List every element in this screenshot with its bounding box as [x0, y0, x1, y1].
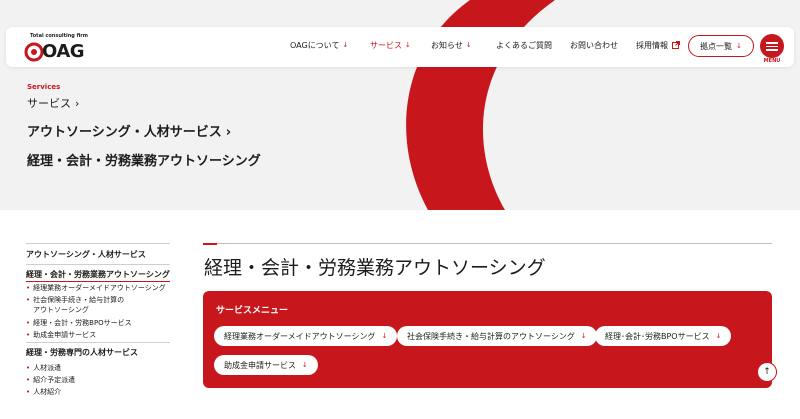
service-pill[interactable]: 経理業務オーダーメイドアウトソーシング ↓ — [214, 326, 398, 346]
back-to-top-button[interactable]: ↑ — [757, 362, 777, 382]
nav-faq[interactable]: よくあるご質問 — [496, 40, 552, 51]
logo-tagline: Total consulting firm — [30, 33, 88, 39]
down-arrow-icon: ↓ — [342, 41, 349, 49]
hamburger-icon — [766, 42, 778, 44]
locations-button[interactable]: 拠点一覧 ↓ — [688, 35, 754, 57]
service-menu: サービスメニュー 経理業務オーダーメイドアウトソーシング ↓ 社会保険手続き・給与… — [203, 291, 772, 388]
nav-news-label: お知らせ — [431, 41, 463, 50]
sidebar-divider — [26, 342, 170, 343]
sidebar-subitem-label: 経理業務オーダーメイドアウトソーシング — [33, 284, 166, 292]
nav-contact-label: お問い合わせ — [570, 41, 618, 50]
service-pill-label: 経理業務オーダーメイドアウトソーシング — [224, 332, 376, 341]
sidebar-group-staffing[interactable]: 経理・労務専門の人材サービス — [26, 347, 138, 358]
service-menu-title: サービスメニュー — [216, 306, 289, 316]
bullet-icon: • — [26, 364, 31, 372]
nav-about-label: OAGについて — [290, 41, 340, 50]
hamburger-icon — [766, 45, 778, 47]
menu-button[interactable] — [760, 34, 784, 58]
nav-recruit[interactable]: 採用情報 — [636, 40, 680, 51]
bullet-icon: • — [26, 376, 31, 384]
nav-services[interactable]: サービス ↓ — [370, 40, 411, 51]
menu-label: MENU — [763, 58, 781, 64]
bullet-icon: • — [26, 296, 31, 304]
sidebar-item-accounting-outsourcing[interactable]: 経理・会計・労務業務アウトソーシング — [26, 269, 170, 282]
sidebar-subitem-label: 経理・会計・労務BPOサービス — [33, 319, 132, 327]
chevron-right-icon: › — [225, 125, 232, 140]
nav-faq-label: よくあるご質問 — [496, 41, 552, 50]
nav-services-label: サービス — [370, 41, 402, 50]
service-pill-label: 社会保険手続き・給与計算のアウトソーシング — [407, 332, 575, 341]
down-arrow-icon: ↓ — [405, 41, 411, 49]
down-arrow-icon: ↓ — [715, 332, 722, 340]
sidebar-subitem[interactable]: • 経理業務オーダーメイドアウトソーシング — [26, 283, 166, 293]
sidebar-subitem-label: 人材派遣 — [33, 364, 62, 372]
nav-about[interactable]: OAGについて ↓ — [290, 40, 348, 51]
sidebar-subitem[interactable]: • 助成金申請サービス — [26, 330, 96, 340]
sidebar-subitem[interactable]: • 経理・会計・労務BPOサービス — [26, 318, 132, 328]
sidebar-divider — [26, 264, 170, 265]
locations-label: 拠点一覧 — [700, 42, 733, 51]
breadcrumb-services-label: サービス — [27, 97, 71, 110]
breadcrumb-outsourcing[interactable]: アウトソーシング・人材サービス › — [27, 121, 231, 140]
service-pill[interactable]: 社会保険手続き・給与計算のアウトソーシング ↓ — [397, 326, 597, 346]
back-to-top-icon: ↑ — [763, 367, 771, 377]
down-arrow-icon: ↓ — [736, 42, 742, 50]
sidebar-subitem-label: 社会保険手続き・給与計算の — [33, 296, 125, 304]
down-arrow-icon: ↓ — [381, 332, 388, 340]
title-accent-line — [203, 243, 217, 245]
breadcrumb-outsourcing-label: アウトソーシング・人材サービス — [27, 125, 222, 140]
down-arrow-icon: ↓ — [465, 41, 472, 49]
bullet-icon: • — [26, 388, 31, 396]
sidebar-subitem[interactable]: • 人材派遣 — [26, 363, 61, 373]
nav-contact[interactable]: お問い合わせ — [570, 40, 618, 51]
sidebar-subitem-label: 助成金申請サービス — [33, 331, 97, 339]
sidebar-subitem-cont[interactable]: アウトソーシング — [33, 305, 89, 315]
section-label-en: Services — [27, 83, 61, 91]
breadcrumb-services[interactable]: サービス › — [27, 95, 79, 111]
down-arrow-icon: ↓ — [580, 332, 587, 340]
sidebar-group-outsourcing[interactable]: アウトソーシング・人材サービス — [26, 249, 146, 260]
logo-mark-icon — [24, 42, 44, 62]
sidebar-subitem-label: 人材紹介 — [33, 388, 62, 396]
sidebar-subitem-label: 紹介予定派遣 — [33, 376, 76, 384]
bullet-icon: • — [26, 284, 31, 292]
service-pill[interactable]: 助成金申請サービス ↓ — [214, 355, 318, 375]
down-arrow-icon: ↓ — [302, 361, 308, 369]
sidebar-divider — [26, 243, 170, 244]
sidebar-subitem[interactable]: • 紹介予定派遣 — [26, 375, 75, 385]
nav-recruit-label: 採用情報 — [636, 41, 668, 50]
external-link-icon — [672, 41, 680, 49]
site-header: Total consulting firm OAG OAGについて ↓ サービス ↓… — [6, 27, 794, 67]
sidebar-subitem[interactable]: • 人材紹介 — [26, 387, 61, 397]
site-logo[interactable]: Total consulting firm OAG — [24, 33, 94, 62]
hamburger-icon — [766, 49, 778, 51]
nav-news[interactable]: お知らせ ↓ — [431, 40, 472, 51]
bullet-icon: • — [26, 331, 31, 339]
service-pill-label: 助成金申請サービス — [224, 361, 296, 370]
sidebar-subitem[interactable]: • 社会保険手続き・給与計算の — [26, 295, 124, 305]
chevron-right-icon: › — [75, 97, 80, 110]
service-pill[interactable]: 経理･会計･労務BPOサービス ↓ — [595, 326, 732, 346]
service-pill-label: 経理･会計･労務BPOサービス — [605, 332, 710, 341]
breadcrumb-current: 経理・会計・労務業務アウトソーシング — [27, 154, 261, 169]
logo-wordmark: OAG — [42, 41, 85, 62]
bullet-icon: • — [26, 319, 31, 327]
title-divider — [217, 243, 772, 244]
page-title: 経理・会計・労務業務アウトソーシング — [204, 257, 546, 279]
